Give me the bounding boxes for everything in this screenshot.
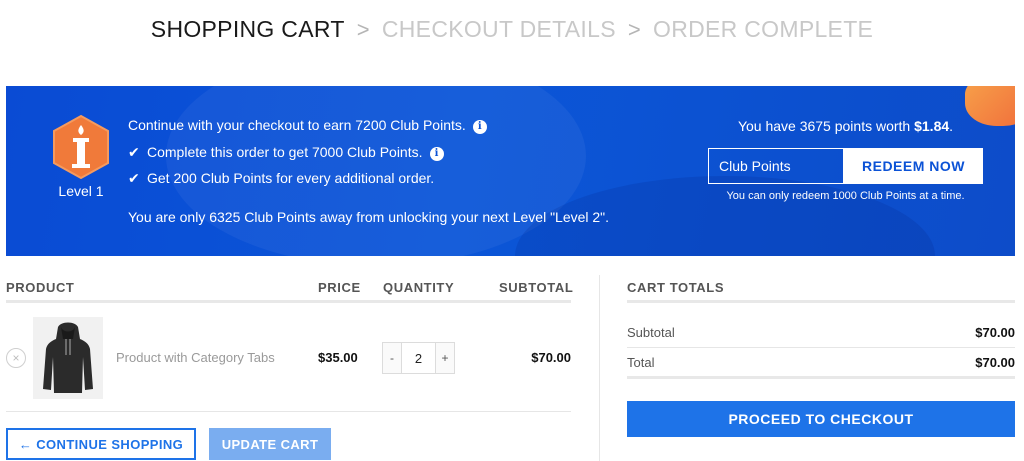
- points-balance: You have 3675 points worth $1.84.: [708, 118, 983, 134]
- additional-order-text: ✔ Get 200 Club Points for every additiona…: [128, 170, 434, 187]
- club-points-banner: Level 1 Continue with your checkout to e…: [6, 86, 1015, 256]
- info-icon[interactable]: i: [472, 120, 487, 134]
- column-divider: [599, 275, 600, 461]
- product-name-link[interactable]: Product with Category Tabs: [116, 350, 275, 365]
- breadcrumb-step-checkout-details[interactable]: CHECKOUT DETAILS: [382, 16, 616, 42]
- column-header-quantity: QUANTITY: [383, 280, 455, 295]
- level-badge-icon: [51, 114, 111, 180]
- breadcrumb-step-shopping-cart[interactable]: SHOPPING CART: [151, 16, 345, 42]
- next-level-text: You are only 6325 Club Points away from …: [128, 209, 610, 225]
- quantity-decrease-button[interactable]: -: [383, 343, 402, 373]
- product-thumbnail[interactable]: [33, 317, 103, 399]
- table-header-divider: [6, 300, 571, 303]
- checkmark-icon: ✔: [128, 170, 140, 186]
- chevron-right-icon: >: [356, 17, 370, 42]
- info-icon[interactable]: i: [429, 147, 444, 161]
- total-value: $70.00: [975, 355, 1015, 370]
- additional-order-message: Get 200 Club Points for every additional…: [147, 170, 435, 186]
- checkmark-icon: ✔: [128, 144, 140, 160]
- redeem-form: Club Points REDEEM NOW: [708, 148, 983, 184]
- cart-totals-title: CART TOTALS: [627, 280, 725, 295]
- order-points-text: ✔ Complete this order to get 7000 Club Po…: [128, 144, 444, 161]
- points-balance-suffix: .: [949, 118, 954, 134]
- subtotal-label: Subtotal: [627, 325, 675, 340]
- earn-points-text: Continue with your checkout to earn 7200…: [128, 117, 487, 134]
- quantity-input[interactable]: 2: [402, 343, 435, 373]
- column-header-price: PRICE: [318, 280, 361, 295]
- redeem-now-button[interactable]: REDEEM NOW: [844, 148, 983, 184]
- table-row-divider: [6, 411, 571, 412]
- continue-shopping-button[interactable]: ← CONTINUE SHOPPING: [6, 428, 196, 460]
- breadcrumb: SHOPPING CART > CHECKOUT DETAILS > ORDER COM…: [0, 16, 1024, 43]
- column-header-subtotal: SUBTOTAL: [499, 280, 574, 295]
- update-cart-button[interactable]: UPDATE CART: [209, 428, 331, 460]
- totals-divider: [627, 347, 1015, 348]
- club-points-input[interactable]: Club Points: [708, 148, 844, 184]
- totals-header-divider: [627, 300, 1015, 303]
- level-label: Level 1: [58, 183, 104, 199]
- quantity-stepper: - 2 +: [382, 342, 455, 374]
- column-header-product: PRODUCT: [6, 280, 75, 295]
- total-label: Total: [627, 355, 655, 370]
- chevron-right-icon: >: [627, 17, 642, 42]
- product-price: $35.00: [318, 350, 358, 365]
- quantity-increase-button[interactable]: +: [435, 343, 454, 373]
- points-value: $1.84: [914, 118, 950, 134]
- order-points-message: Complete this order to get 7000 Club Poi…: [147, 144, 423, 160]
- subtotal-value: $70.00: [975, 325, 1015, 340]
- row-subtotal: $70.00: [531, 350, 571, 365]
- proceed-to-checkout-button[interactable]: PROCEED TO CHECKOUT: [627, 401, 1015, 437]
- remove-item-icon[interactable]: ×: [6, 348, 26, 368]
- redeem-note: You can only redeem 1000 Club Points at …: [726, 190, 965, 202]
- breadcrumb-step-order-complete: ORDER COMPLETE: [653, 16, 874, 42]
- points-balance-text: You have 3675 points worth: [737, 118, 911, 134]
- earn-points-message: Continue with your checkout to earn 7200…: [128, 117, 466, 133]
- totals-divider: [627, 376, 1015, 379]
